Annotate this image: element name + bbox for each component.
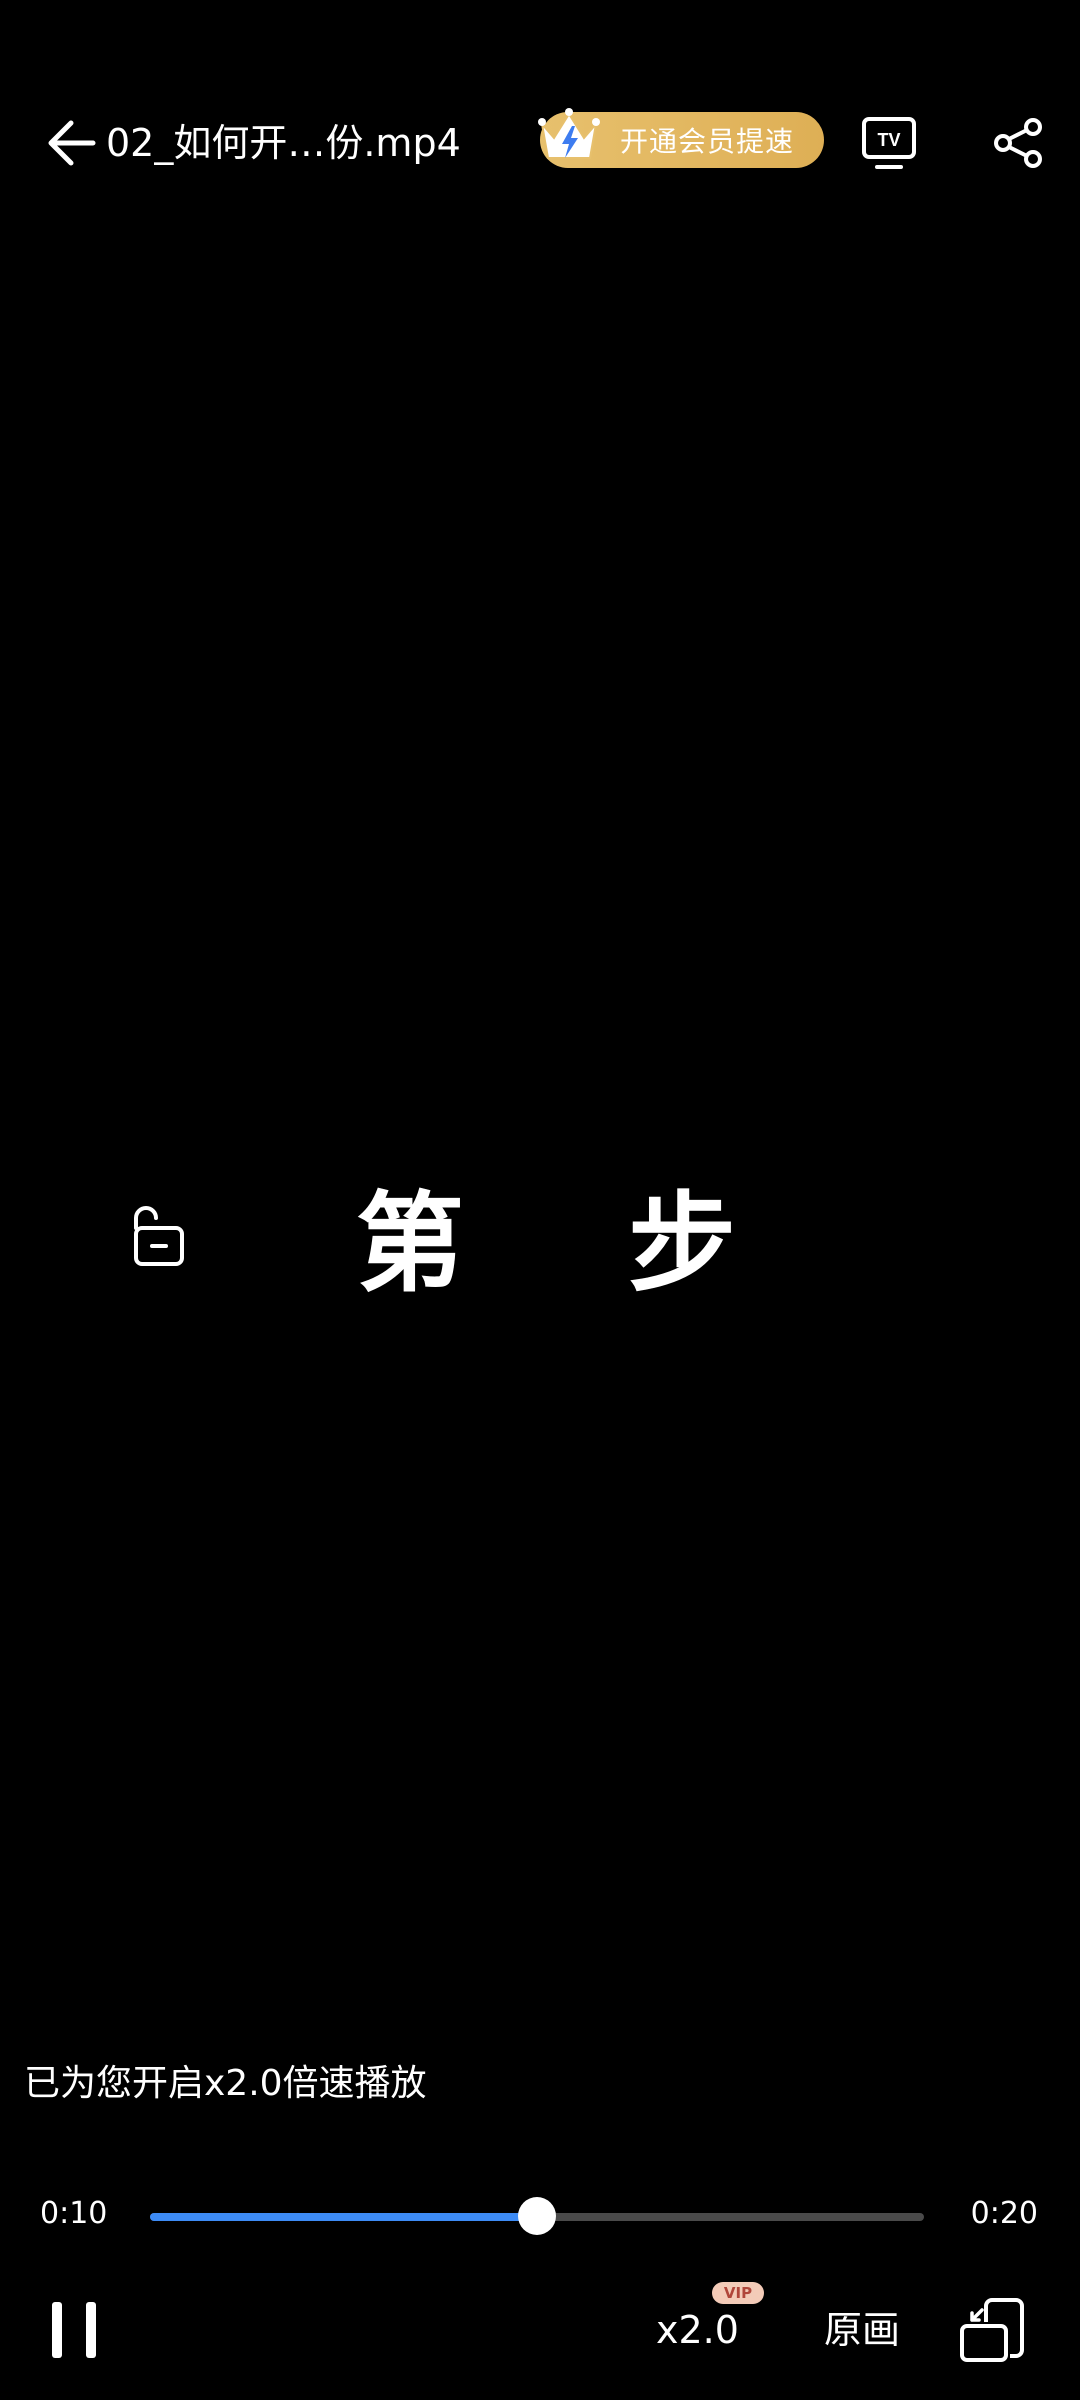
video-caption: 第 步 (356, 1170, 736, 1307)
progress-bar[interactable] (150, 2197, 924, 2235)
current-time: 0:10 (40, 2196, 108, 2231)
back-button[interactable] (40, 112, 102, 174)
progress-played (150, 2213, 537, 2221)
playback-speed-button[interactable]: x2.0 (656, 2300, 739, 2360)
svg-text:TV: TV (877, 130, 900, 150)
pause-icon-bar (86, 2302, 96, 2358)
video-surface[interactable] (0, 200, 1080, 2020)
share-button[interactable] (986, 110, 1052, 176)
unlock-icon (134, 1206, 184, 1266)
crown-icon (536, 104, 602, 170)
vip-speedup-label: 开通会员提速 (619, 125, 794, 158)
caption-text-left: 第 (356, 1182, 465, 1307)
share-icon (994, 118, 1042, 168)
progress-thumb[interactable] (518, 2197, 556, 2235)
total-time: 0:20 (970, 2196, 1038, 2231)
tv-icon: TV (862, 117, 916, 169)
vip-badge: VIP (712, 2282, 764, 2304)
rotate-screen-button[interactable] (956, 2294, 1028, 2366)
video-title: 02_如何开…份.mp4 (106, 121, 461, 165)
cast-to-tv-button[interactable]: TV (856, 110, 922, 176)
rotate-screen-icon (960, 2298, 1024, 2362)
screen-lock-button[interactable] (118, 1196, 198, 1276)
caption-text-right: 步 (627, 1182, 736, 1307)
speed-notice: 已为您开启x2.0倍速播放 (24, 2063, 427, 2104)
arrow-left-icon (48, 120, 96, 166)
pause-button[interactable] (52, 2302, 96, 2358)
pause-icon (52, 2302, 62, 2358)
quality-button[interactable]: 原画 (824, 2300, 900, 2360)
